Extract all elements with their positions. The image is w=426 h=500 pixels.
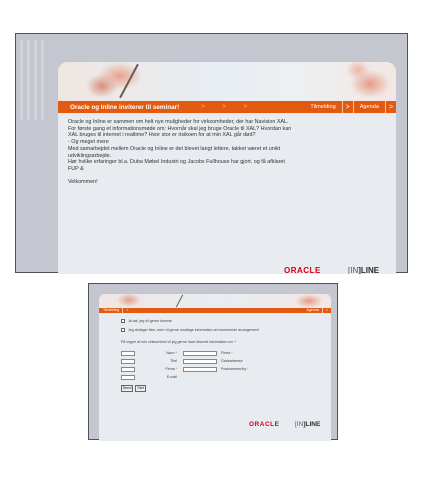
oracle-logo: ORACLE xyxy=(249,421,280,428)
attend-checkbox[interactable] xyxy=(121,319,125,323)
header-photo xyxy=(99,294,331,308)
inline-logo: [IN]LINE xyxy=(348,266,380,274)
welcome-text: Velkommen! xyxy=(68,179,98,186)
branch-decoration xyxy=(119,63,139,99)
nav-bar: Tilmelding > Agenda > xyxy=(99,308,331,313)
invitation-screenshot: Oracle og Inline inviterer til seminar! … xyxy=(15,33,408,274)
field-label: Gadeadresse xyxy=(221,359,243,363)
company-input[interactable] xyxy=(121,367,135,372)
attend-label: Ja tak, jeg vil gerne komme xyxy=(128,319,172,323)
header-photo xyxy=(58,62,396,101)
arrow-right-icon: > xyxy=(325,308,328,312)
reset-button[interactable]: Slet xyxy=(135,385,146,392)
invitation-text: Oracle og Inline er sammen om helt nye m… xyxy=(68,119,368,186)
name-input[interactable] xyxy=(121,351,135,356)
arrow-right-icon: > xyxy=(126,308,129,312)
nav-tilmelding-link[interactable]: Tilmelding xyxy=(304,101,341,113)
arrow-right-icon: > xyxy=(345,103,350,111)
nav-agenda-link[interactable]: Agenda xyxy=(354,101,385,113)
decorative-arrows: > > > xyxy=(201,104,256,110)
arrow-right-icon: > xyxy=(388,103,394,111)
form-intro: På vegne af min virksomhed vil jeg gerne… xyxy=(121,340,237,344)
nav-bar: Oracle og Inline inviterer til seminar! … xyxy=(58,101,396,113)
nav-agenda-link[interactable]: Agenda xyxy=(304,308,322,313)
oracle-logo: ORACLE xyxy=(284,266,321,274)
background-decoration xyxy=(20,40,46,120)
email-input[interactable] xyxy=(121,375,135,380)
page-title: Oracle og Inline inviterer til seminar! xyxy=(70,103,180,111)
signup-panel: Tilmelding > Agenda > Ja tak, jeg vil ge… xyxy=(99,294,331,441)
send-button[interactable]: Send xyxy=(121,385,133,392)
field-label: E-mail xyxy=(166,375,177,379)
field-label: Titel xyxy=(170,359,177,363)
zip-city-input[interactable] xyxy=(183,367,217,372)
body-line: Hør hvilke erfaringer bl.a. Duba Møbel I… xyxy=(68,159,285,166)
body-line: Med samarbejdet mellem Oracle og Inline … xyxy=(68,145,281,152)
body-line: Oracle og Inline er sammen om helt nye m… xyxy=(68,119,289,125)
address-input[interactable] xyxy=(183,359,217,364)
signup-screenshot: Tilmelding > Agenda > Ja tak, jeg vil ge… xyxy=(88,283,338,441)
body-line: - Og meget mere xyxy=(68,139,109,146)
title-input[interactable] xyxy=(121,359,135,364)
info-label: Jeg deltager ikke, men vil gerne modtage… xyxy=(128,328,259,332)
field-label: Navn * xyxy=(166,351,177,355)
company-right-input[interactable] xyxy=(183,351,217,356)
branch-decoration xyxy=(175,294,184,308)
field-label: Postnummer/by * xyxy=(221,367,249,371)
invitation-panel: Oracle og Inline inviterer til seminar! … xyxy=(58,62,396,274)
nav-tilmelding-link[interactable]: Tilmelding xyxy=(99,308,122,313)
field-label: Firma * xyxy=(221,351,233,355)
info-checkbox[interactable] xyxy=(121,328,125,332)
field-label: Firma * xyxy=(165,367,177,371)
body-line: FUP & xyxy=(68,165,84,172)
inline-logo: [IN]LINE xyxy=(295,421,321,428)
body-line: XAL bruges til internet i realtime? Hvor… xyxy=(68,132,256,139)
